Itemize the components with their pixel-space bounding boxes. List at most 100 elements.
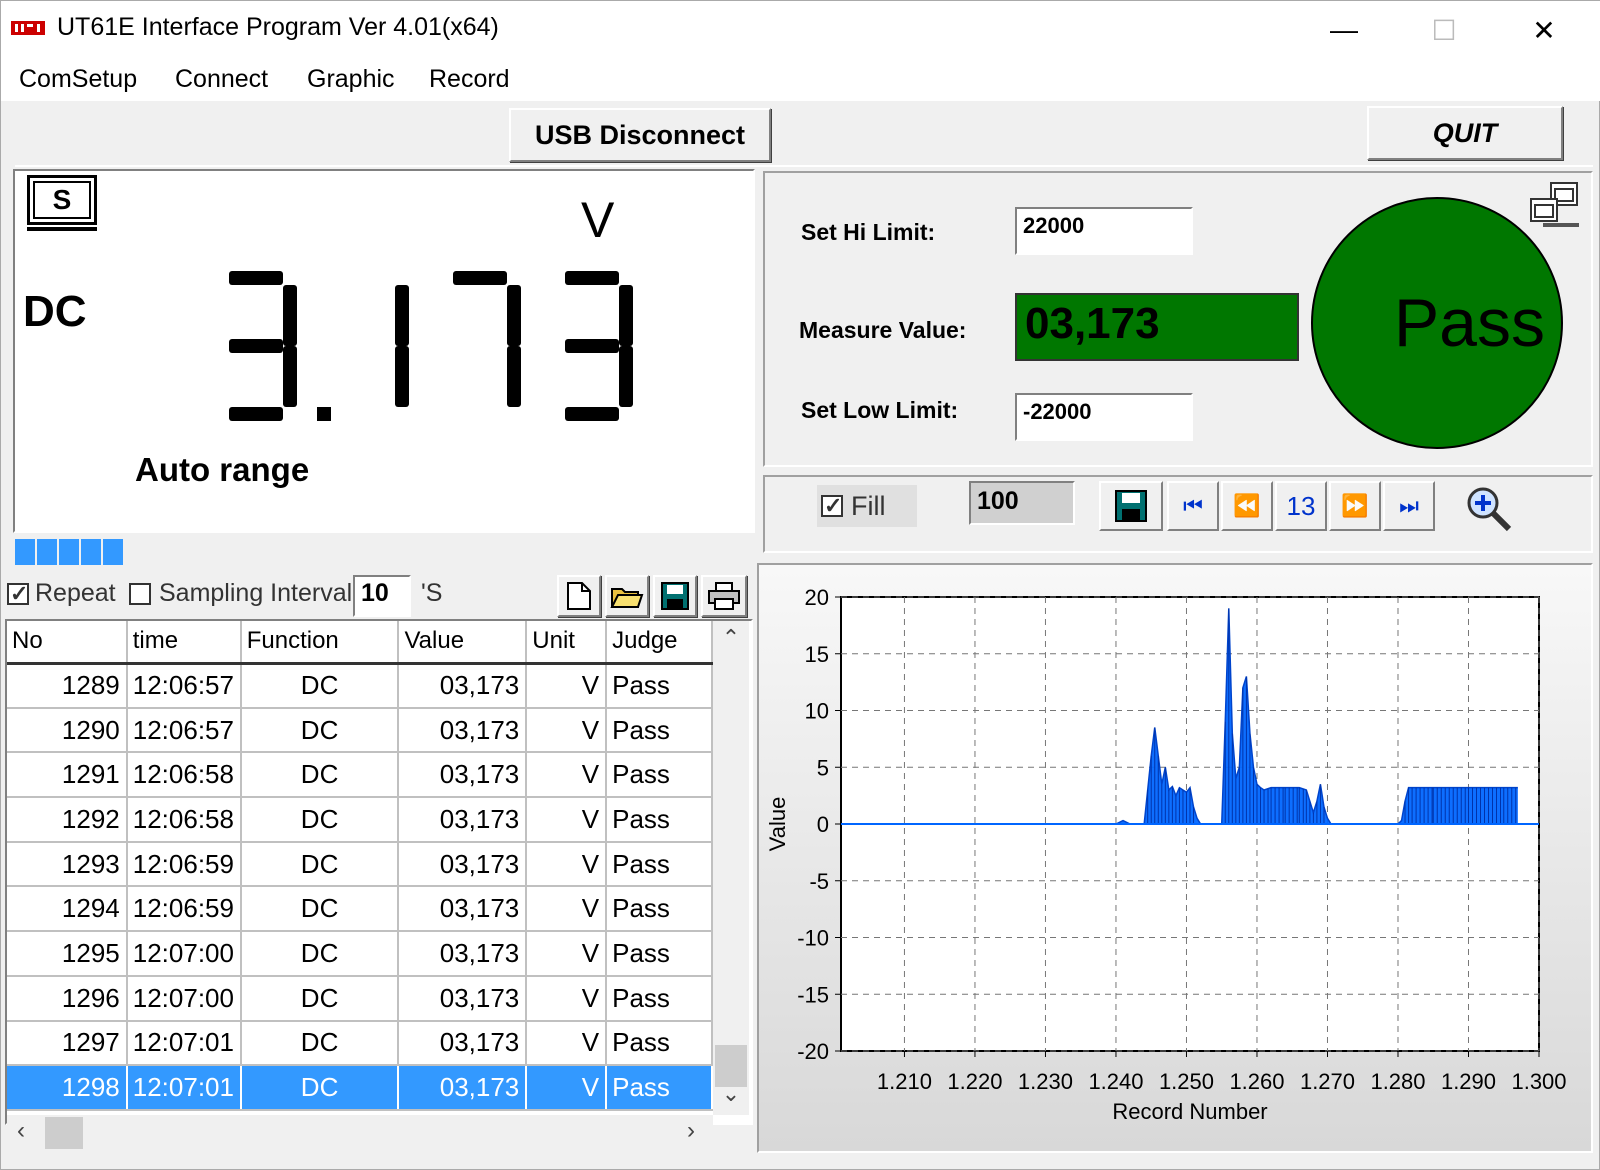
lcd-digit bbox=[565, 271, 633, 421]
table-row[interactable]: 1291 12:06:58 DC 03,173 V Pass bbox=[7, 752, 713, 799]
scroll-up-icon[interactable]: ⌃ bbox=[713, 625, 749, 659]
save-graph-button[interactable] bbox=[1099, 481, 1163, 531]
zoom-in-icon[interactable] bbox=[1465, 485, 1515, 533]
lcd-digit bbox=[453, 271, 521, 407]
low-limit-input[interactable]: -22000 bbox=[1015, 393, 1193, 441]
open-log-button[interactable] bbox=[605, 575, 649, 617]
table-row[interactable]: 1294 12:06:59 DC 03,173 V Pass bbox=[7, 886, 713, 933]
range-label: Auto range bbox=[135, 451, 310, 488]
new-log-button[interactable] bbox=[557, 575, 601, 617]
close-button[interactable]: ✕ bbox=[1499, 5, 1589, 55]
cell-no: 1293 bbox=[7, 841, 128, 888]
cell-judge: Pass bbox=[606, 886, 713, 933]
floppy-icon bbox=[1115, 490, 1147, 522]
vertical-scrollbar[interactable]: ⌃ ⌄ bbox=[713, 621, 749, 1115]
column-header-function[interactable]: Function bbox=[240, 621, 400, 665]
cell-function: DC bbox=[240, 841, 400, 888]
menu-connect[interactable]: Connect bbox=[175, 65, 268, 94]
cell-time: 12:06:58 bbox=[126, 752, 242, 799]
repeat-checkbox[interactable]: Repeat bbox=[7, 579, 116, 608]
usb-disconnect-button[interactable]: USB Disconnect bbox=[509, 108, 771, 162]
window-switch-icon[interactable] bbox=[1529, 181, 1581, 231]
bargraph-segment bbox=[59, 539, 79, 565]
cell-value: 03,173 bbox=[398, 1020, 528, 1067]
prev-page-button[interactable]: ⏪ bbox=[1221, 481, 1273, 531]
column-header-time[interactable]: time bbox=[126, 621, 242, 665]
column-header-value[interactable]: Value bbox=[398, 621, 528, 665]
lcd-digit bbox=[395, 285, 409, 407]
scroll-down-icon[interactable]: ⌄ bbox=[713, 1081, 749, 1115]
horizontal-scrollbar[interactable]: ‹ › bbox=[7, 1115, 713, 1151]
cell-judge: Pass bbox=[606, 707, 713, 754]
mode-badge-label: S bbox=[33, 181, 91, 219]
cell-function: DC bbox=[240, 1020, 400, 1067]
maximize-button[interactable]: ☐ bbox=[1399, 5, 1489, 55]
table-row[interactable]: 1293 12:06:59 DC 03,173 V Pass bbox=[7, 841, 713, 888]
menu-graphic[interactable]: Graphic bbox=[307, 65, 395, 94]
column-header-judge[interactable]: Judge bbox=[606, 621, 713, 665]
sampling-interval-checkbox-box[interactable] bbox=[129, 582, 151, 605]
x-tick-label: 1.230 bbox=[1018, 1069, 1073, 1094]
cell-function: DC bbox=[240, 886, 400, 933]
chart-panel: 20 15 10 5 0 -5 -10 -15 -20 1.210 1.220 1.230 1.240 1… bbox=[757, 563, 1593, 1153]
function-label: DC bbox=[23, 287, 87, 336]
cell-unit: V bbox=[526, 1020, 608, 1067]
sampling-interval-checkbox[interactable]: Sampling Interval bbox=[129, 579, 352, 608]
sampling-interval-label: Sampling Interval bbox=[159, 579, 353, 607]
cell-value: 03,173 bbox=[398, 707, 528, 754]
table-row[interactable]: 1297 12:07:01 DC 03,173 V Pass bbox=[7, 1020, 713, 1067]
horizontal-scroll-thumb[interactable] bbox=[45, 1117, 83, 1149]
analog-bargraph bbox=[13, 537, 755, 565]
minimize-button[interactable]: — bbox=[1299, 5, 1389, 55]
cell-time: 12:07:01 bbox=[126, 1020, 242, 1067]
cell-value: 03,173 bbox=[398, 663, 528, 709]
menu-comsetup[interactable]: ComSetup bbox=[19, 65, 137, 94]
table-row[interactable]: 1289 12:06:57 DC 03,173 V Pass bbox=[7, 663, 713, 709]
y-tick-label: 5 bbox=[817, 755, 829, 780]
bargraph-segment bbox=[15, 539, 35, 565]
scroll-right-icon[interactable]: › bbox=[687, 1117, 695, 1145]
fill-checkbox-box[interactable] bbox=[821, 493, 843, 519]
cell-judge: Pass bbox=[606, 931, 713, 977]
quit-button[interactable]: QUIT bbox=[1367, 106, 1563, 160]
cell-unit: V bbox=[526, 975, 608, 1022]
log-table: No time Function Value Unit Judge 1289 12:06:5… bbox=[7, 621, 713, 1111]
cell-no: 1297 bbox=[7, 1020, 128, 1067]
sampling-interval-input[interactable]: 10 bbox=[353, 575, 411, 617]
cell-value: 03,173 bbox=[398, 1065, 528, 1111]
y-tick-label: 20 bbox=[805, 585, 829, 610]
bargraph-segment bbox=[103, 539, 123, 565]
cell-judge: Pass bbox=[606, 1065, 713, 1111]
fill-checkbox-label: Fill bbox=[851, 490, 886, 521]
cell-function: DC bbox=[240, 707, 400, 754]
hi-limit-input[interactable]: 22000 bbox=[1015, 207, 1193, 255]
x-tick-label: 1.300 bbox=[1511, 1069, 1566, 1094]
app-logo-icon bbox=[11, 21, 45, 35]
table-row[interactable]: 1298 12:07:01 DC 03,173 V Pass bbox=[7, 1065, 713, 1111]
scroll-left-icon[interactable]: ‹ bbox=[17, 1117, 25, 1145]
cell-unit: V bbox=[526, 1065, 608, 1111]
y-tick-label: 0 bbox=[817, 812, 829, 837]
print-log-button[interactable] bbox=[701, 575, 747, 617]
y-tick-label: 10 bbox=[805, 699, 829, 724]
last-page-button[interactable]: ⏭ bbox=[1383, 481, 1435, 531]
table-row[interactable]: 1290 12:06:57 DC 03,173 V Pass bbox=[7, 707, 713, 754]
cell-unit: V bbox=[526, 707, 608, 754]
points-count-field[interactable]: 100 bbox=[969, 481, 1075, 525]
fill-checkbox[interactable]: Fill bbox=[817, 485, 917, 527]
repeat-checkbox-box[interactable] bbox=[7, 581, 29, 607]
table-row[interactable]: 1296 12:07:00 DC 03,173 V Pass bbox=[7, 975, 713, 1022]
table-row[interactable]: 1295 12:07:00 DC 03,173 V Pass bbox=[7, 931, 713, 977]
y-tick-label: -20 bbox=[797, 1039, 829, 1064]
low-limit-label: Set Low Limit: bbox=[801, 397, 959, 423]
column-header-unit[interactable]: Unit bbox=[526, 621, 608, 665]
hi-limit-label: Set Hi Limit: bbox=[801, 219, 936, 245]
table-row[interactable]: 1292 12:06:58 DC 03,173 V Pass bbox=[7, 797, 713, 843]
column-header-no[interactable]: No bbox=[7, 621, 128, 665]
first-page-button[interactable]: ⏮ bbox=[1167, 481, 1219, 531]
save-log-button[interactable] bbox=[653, 575, 697, 617]
cell-time: 12:07:01 bbox=[126, 1065, 242, 1111]
next-page-button[interactable]: ⏩ bbox=[1329, 481, 1381, 531]
x-tick-label: 1.220 bbox=[947, 1069, 1002, 1094]
menu-record[interactable]: Record bbox=[429, 65, 510, 94]
